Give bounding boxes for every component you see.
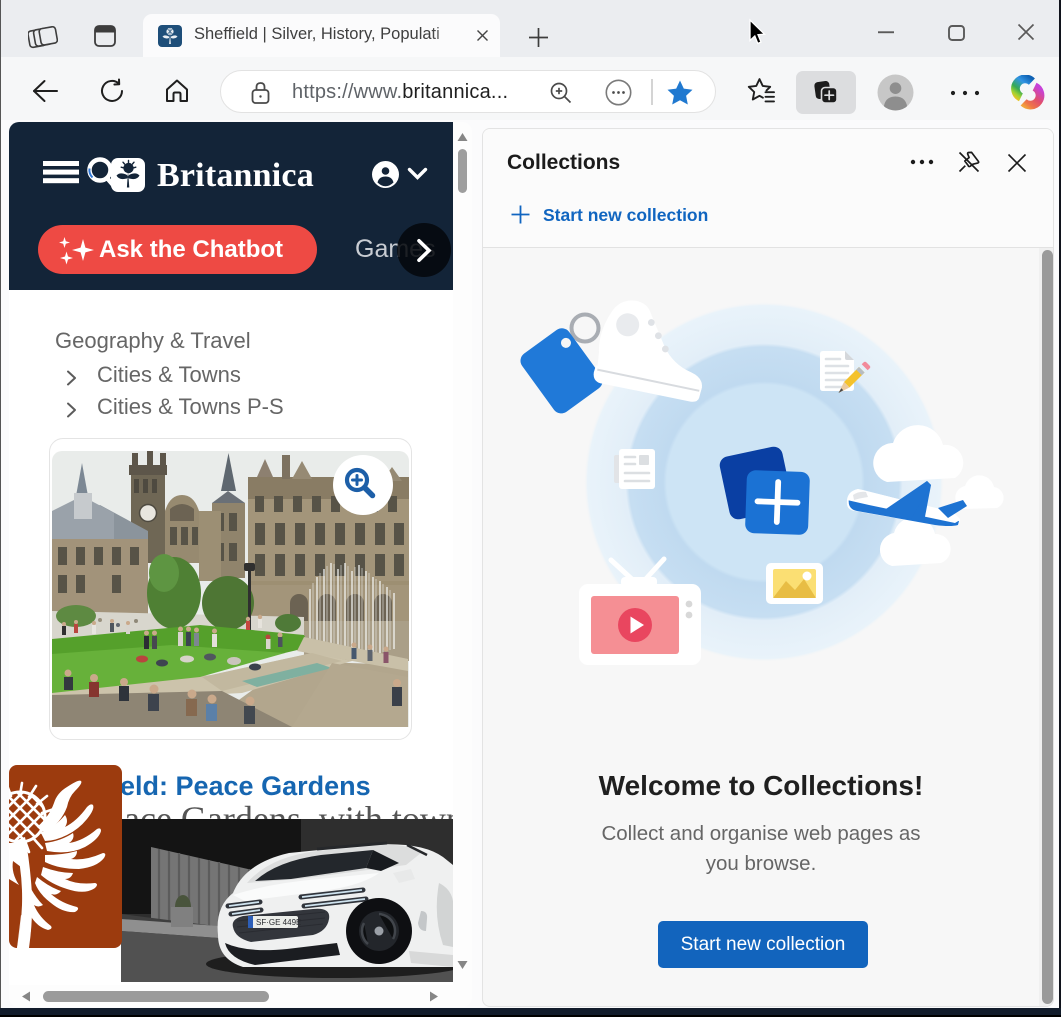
svg-text:SF·GE 449E: SF·GE 449E [256,918,301,927]
